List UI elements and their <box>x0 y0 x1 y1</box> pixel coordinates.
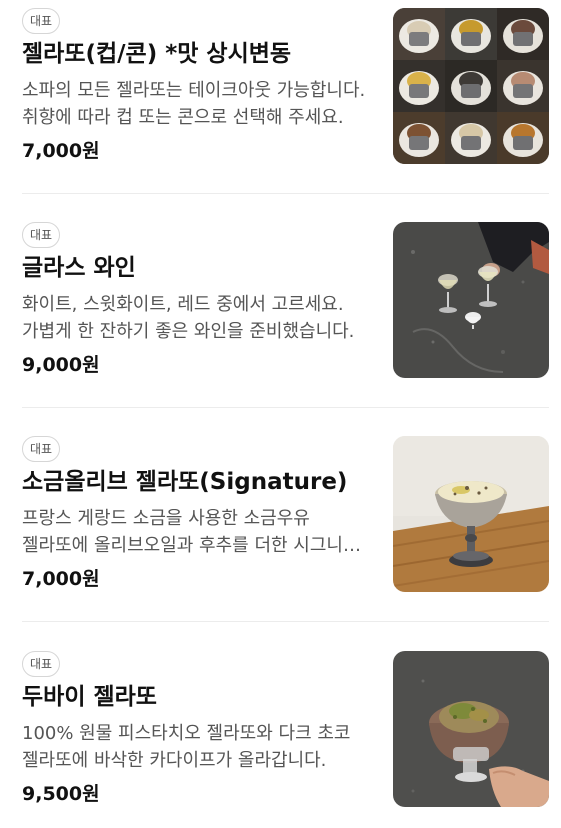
menu-item-description: 100% 원물 피스타치오 젤라또와 다크 초코 젤라또에 바삭한 카다이프가 … <box>22 723 351 771</box>
pistachio-gelato-photo[interactable] <box>393 651 549 807</box>
menu-item-description: 프랑스 게랑드 소금을 사용한 소금우유 젤라또에 올리브오일과 후추를 더한 … <box>22 508 360 556</box>
menu-item-price: 9,000원 <box>22 354 100 376</box>
signature-badge: 대표 <box>22 651 61 677</box>
signature-badge: 대표 <box>22 436 61 462</box>
menu-item-name: 두바이 젤라또 <box>22 684 157 710</box>
menu-item-salt-olive-gelato[interactable]: 대표 소금올리브 젤라또(Signature) 프랑스 게랑드 소금을 사용한 … <box>22 436 549 606</box>
menu-item-name: 글라스 와인 <box>22 255 136 281</box>
signature-badge: 대표 <box>22 8 61 34</box>
menu-item-dubai-gelato[interactable]: 대표 두바이 젤라또 100% 원물 피스타치오 젤라또와 다크 초코 젤라또에… <box>22 651 549 821</box>
divider <box>22 621 549 622</box>
coupe-gelato-photo[interactable] <box>393 436 549 592</box>
divider <box>22 407 549 408</box>
divider <box>22 193 549 194</box>
menu-item-price: 7,000원 <box>22 140 100 162</box>
menu-item-name: 소금올리브 젤라또(Signature) <box>22 469 348 495</box>
menu-item-name: 젤라또(컵/콘) *맛 상시변동 <box>22 41 292 67</box>
menu-item-glass-wine[interactable]: 대표 글라스 와인 화이트, 스윗화이트, 레드 중에서 고르세요. 가볍게 한… <box>22 222 549 392</box>
wine-glass-photo[interactable] <box>393 222 549 378</box>
menu-item-gelato[interactable]: 대표 젤라또(컵/콘) *맛 상시변동 소파의 모든 젤라또는 테이크아웃 가능… <box>22 8 549 178</box>
menu-item-price: 7,000원 <box>22 568 100 590</box>
gelato-grid-photo[interactable] <box>393 8 549 164</box>
menu-item-description: 소파의 모든 젤라또는 테이크아웃 가능합니다. 취향에 따라 컵 또는 콘으로… <box>22 80 366 128</box>
menu-item-price: 9,500원 <box>22 783 100 805</box>
menu-item-description: 화이트, 스윗화이트, 레드 중에서 고르세요. 가볍게 한 잔하기 좋은 와인… <box>22 294 355 342</box>
menu-list: 대표 젤라또(컵/콘) *맛 상시변동 소파의 모든 젤라또는 테이크아웃 가능… <box>0 0 561 828</box>
signature-badge: 대표 <box>22 222 61 248</box>
